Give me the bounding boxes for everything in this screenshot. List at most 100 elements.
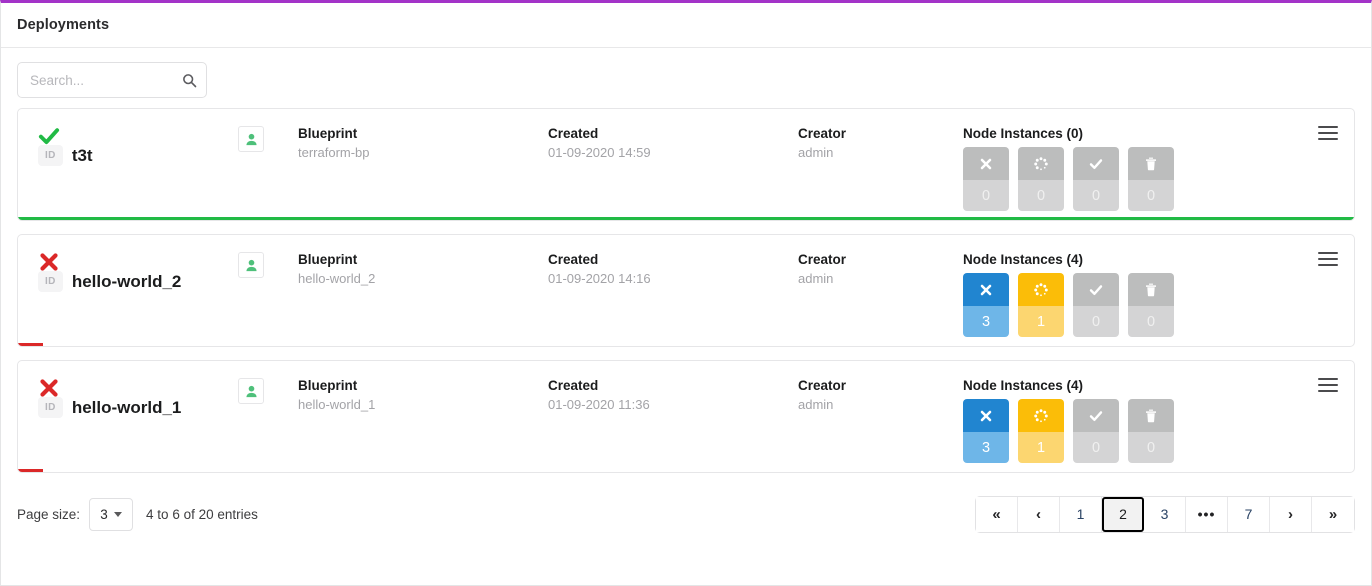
node-instance-count: 0 [963, 180, 1009, 211]
created-cell: Created 01-09-2020 14:16 [548, 235, 798, 287]
pagination: «‹ 1 2 3 ••• 7 ›» [975, 495, 1355, 533]
blueprint-cell: Blueprint terraform-bp [298, 109, 548, 161]
node-instances-cell: Node Instances (4) 3 1 0 0 [963, 361, 1354, 463]
page-7-button[interactable]: 7 [1228, 496, 1270, 532]
search-input[interactable] [17, 62, 207, 98]
node-instance-tile-completed[interactable]: 0 [1073, 147, 1119, 211]
page-1-button[interactable]: 1 [1060, 496, 1102, 532]
page-ellipsis[interactable]: ••• [1186, 496, 1228, 532]
created-value: 01-09-2020 14:59 [548, 144, 651, 160]
creator-avatar-group [238, 109, 298, 152]
created-cell: Created 01-09-2020 14:59 [548, 109, 798, 161]
node-instance-tile-failed[interactable]: 0 [963, 147, 1009, 211]
node-instance-count: 1 [1018, 432, 1064, 463]
table-row[interactable]: ID hello-world_1 Blueprint hello-world_1 Cre… [17, 360, 1355, 473]
hamburger-line [1318, 384, 1338, 386]
page-size-value: 3 [100, 506, 108, 522]
toolbar [1, 48, 1371, 108]
node-instances-title: Node Instances (4) [963, 252, 1084, 267]
person-icon [238, 252, 264, 278]
node-instance-tile-failed[interactable]: 3 [963, 273, 1009, 337]
creator-cell: Creator admin [798, 235, 963, 287]
node-instance-tiles: 0000 [963, 147, 1354, 211]
creator-label: Creator [798, 126, 847, 141]
spinner-icon [1018, 273, 1064, 306]
prev-page-button[interactable]: ‹ [1018, 496, 1060, 532]
hamburger-line [1318, 126, 1338, 128]
node-instance-tile-completed[interactable]: 0 [1073, 399, 1119, 463]
node-instance-tiles: 3100 [963, 399, 1354, 463]
deployment-name-group: ID t3t [38, 109, 238, 166]
hamburger-line [1318, 258, 1338, 260]
node-instance-tile-completed[interactable]: 0 [1073, 273, 1119, 337]
widget-header: Deployments [1, 3, 1371, 48]
creator-value: admin [798, 144, 834, 160]
page-2-button[interactable]: 2 [1102, 496, 1144, 532]
page-size-group: Page size: 3 4 to 6 of 20 entries [17, 497, 258, 531]
page-size-select[interactable]: 3 [89, 497, 134, 531]
creator-value: admin [798, 396, 834, 412]
check-icon [1073, 399, 1119, 432]
row-menu-button[interactable] [1318, 378, 1338, 392]
node-instance-count: 0 [1073, 180, 1119, 211]
node-instance-tile-deleted[interactable]: 0 [1128, 399, 1174, 463]
page-3-button[interactable]: 3 [1144, 496, 1186, 532]
node-instance-tile-inprogress[interactable]: 0 [1018, 147, 1064, 211]
table-row[interactable]: ID t3t Blueprint terraform-bp Created 01-09-2… [17, 108, 1355, 221]
hamburger-line [1318, 390, 1338, 392]
deployment-name[interactable]: hello-world_1 [72, 398, 182, 418]
deployment-name[interactable]: t3t [72, 146, 93, 166]
node-instance-tile-inprogress[interactable]: 1 [1018, 273, 1064, 337]
blueprint-value[interactable]: terraform-bp [298, 144, 548, 162]
table-row[interactable]: ID hello-world_2 Blueprint hello-world_2 Cre… [17, 234, 1355, 347]
creator-value: admin [798, 270, 834, 286]
id-badge: ID [38, 271, 63, 292]
deployment-name-group: ID hello-world_1 [38, 361, 238, 418]
x-icon [963, 147, 1009, 180]
spinner-icon [1018, 399, 1064, 432]
chevron-down-icon [113, 511, 122, 517]
node-instances-title: Node Instances (0) [963, 126, 1084, 141]
footer: Page size: 3 4 to 6 of 20 entries «‹ 1 2 3 •… [1, 486, 1371, 540]
blueprint-value[interactable]: hello-world_1 [298, 396, 548, 414]
node-instance-count: 3 [963, 432, 1009, 463]
spinner-icon [1018, 147, 1064, 180]
deployments-widget: Deployments IDt3tBlueprintterraform-bpCr… [0, 0, 1372, 586]
check-icon [1073, 273, 1119, 306]
deployment-name[interactable]: hello-world_2 [72, 272, 182, 292]
created-label: Created [548, 126, 599, 141]
node-instance-count: 0 [1128, 306, 1174, 337]
node-instance-count: 0 [1073, 432, 1119, 463]
node-instance-count: 1 [1018, 306, 1064, 337]
row-menu-button[interactable] [1318, 252, 1338, 266]
deployment-progress-bar [18, 217, 1354, 220]
entries-summary: 4 to 6 of 20 entries [146, 506, 258, 522]
deployment-progress-bar [18, 469, 43, 472]
blueprint-label: Blueprint [298, 378, 358, 393]
person-icon [238, 126, 264, 152]
created-label: Created [548, 252, 599, 267]
node-instance-tile-inprogress[interactable]: 1 [1018, 399, 1064, 463]
x-icon [963, 399, 1009, 432]
trash-icon [1128, 273, 1174, 306]
node-instance-tile-deleted[interactable]: 0 [1128, 273, 1174, 337]
blueprint-value[interactable]: hello-world_2 [298, 270, 548, 288]
search-box [17, 62, 207, 98]
next-page-button[interactable]: › [1270, 496, 1312, 532]
blueprint-cell: Blueprint hello-world_2 [298, 235, 548, 287]
last-page-button[interactable]: » [1312, 496, 1354, 532]
first-page-button[interactable]: « [976, 496, 1018, 532]
deployment-name-group: ID hello-world_2 [38, 235, 238, 292]
creator-cell: Creator admin [798, 361, 963, 413]
blueprint-label: Blueprint [298, 252, 358, 267]
blueprint-cell: Blueprint hello-world_1 [298, 361, 548, 413]
creator-cell: Creator admin [798, 109, 963, 161]
node-instance-count: 0 [1073, 306, 1119, 337]
x-icon [963, 273, 1009, 306]
row-menu-button[interactable] [1318, 126, 1338, 140]
hamburger-line [1318, 264, 1338, 266]
node-instance-tile-failed[interactable]: 3 [963, 399, 1009, 463]
node-instance-tiles: 3100 [963, 273, 1354, 337]
hamburger-line [1318, 138, 1338, 140]
node-instance-tile-deleted[interactable]: 0 [1128, 147, 1174, 211]
